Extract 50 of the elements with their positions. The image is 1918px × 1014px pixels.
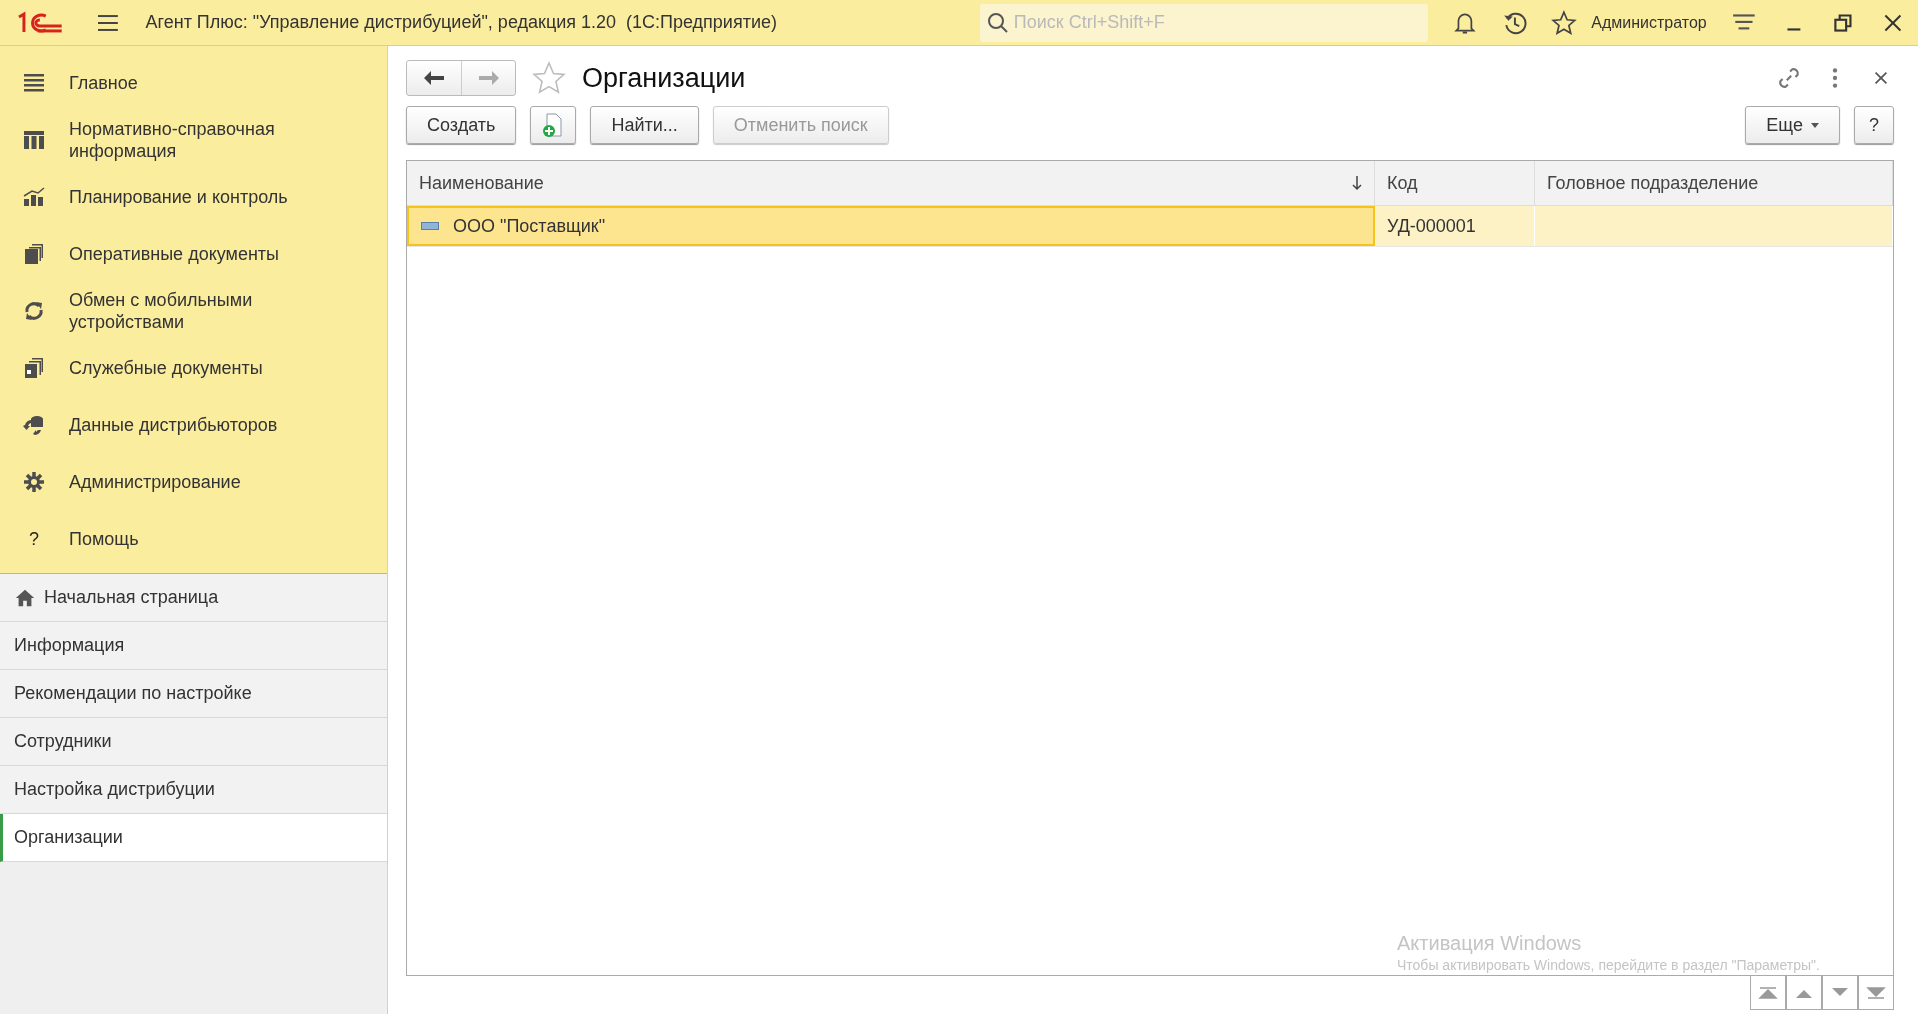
star-icon[interactable] — [1551, 9, 1578, 36]
sidebar-item[interactable]: Помощь — [69, 527, 329, 550]
arrow-left-icon — [423, 70, 445, 86]
scroll-bottom-icon — [1866, 985, 1886, 1000]
help-button[interactable]: ? — [1854, 106, 1894, 144]
search-field[interactable]: Поиск Ctrl+Shift+F — [979, 3, 1428, 42]
scroll-up-button[interactable] — [1786, 976, 1822, 1010]
table-cell: ООО "Поставщик" — [453, 215, 606, 237]
column-header[interactable]: Головное подразделение — [1535, 161, 1893, 205]
table-row[interactable]: ООО "Поставщик" УД-000001 — [407, 206, 1893, 247]
link-icon[interactable] — [1776, 65, 1802, 91]
toolbar-button[interactable]: Создать — [406, 106, 517, 144]
scroll-bottom-button[interactable] — [1858, 976, 1894, 1010]
sort-arrow-icon — [1352, 175, 1362, 191]
arrow-right-icon — [477, 70, 500, 86]
sidebar-item[interactable]: Обмен с мобильными устройствами — [69, 288, 329, 333]
table-cell: УД-000001 — [1387, 215, 1476, 237]
column-header[interactable]: Наименование — [407, 161, 1375, 205]
window-title: Агент Плюс: "Управление дистрибуцией", редакция 1.20 (1С:Предприятие) — [145, 12, 778, 33]
activation-text: Чтобы активировать Windows, перейдите в раздел "Параметры". — [1397, 957, 1820, 973]
user-name[interactable]: Администратор — [1591, 13, 1707, 32]
logo-icon — [16, 10, 64, 35]
search-icon — [985, 10, 1010, 35]
section-icon — [22, 355, 46, 380]
sidebar-item[interactable]: Нормативно-справочная информация — [69, 117, 329, 162]
sidebar-item[interactable]: Главное — [69, 71, 329, 94]
star-icon[interactable] — [530, 60, 568, 96]
sidebar-item[interactable]: Служебные документы — [69, 356, 329, 379]
section-link[interactable]: Организации — [0, 814, 387, 862]
section-icon — [22, 469, 46, 494]
item-icon — [421, 222, 439, 230]
scroll-top-icon — [1758, 985, 1778, 1000]
scroll-down-button[interactable] — [1822, 976, 1858, 1010]
sidebar-item[interactable]: Планирование и контроль — [69, 185, 329, 208]
triangle-down-icon — [1830, 987, 1850, 998]
more-button[interactable]: Еще — [1745, 106, 1840, 144]
sidebar-item[interactable]: Оперативные документы — [69, 242, 329, 265]
activation-title: Активация Windows — [1397, 932, 1583, 955]
section-icon — [22, 241, 46, 266]
scroll-top-button[interactable] — [1750, 976, 1786, 1010]
form-title: Организации — [582, 62, 747, 94]
caret-icon — [1811, 123, 1819, 129]
add-document-button[interactable] — [530, 106, 577, 144]
help-icon: ? — [22, 527, 46, 550]
triangle-up-icon — [1794, 987, 1814, 998]
sidebar-item[interactable]: Администрирование — [69, 470, 329, 493]
sidebar-item[interactable]: Данные дистрибьюторов — [69, 413, 329, 436]
section-icon — [22, 184, 46, 209]
toolbar-button[interactable]: Найти... — [590, 106, 699, 144]
column-header[interactable]: Код — [1375, 161, 1535, 205]
